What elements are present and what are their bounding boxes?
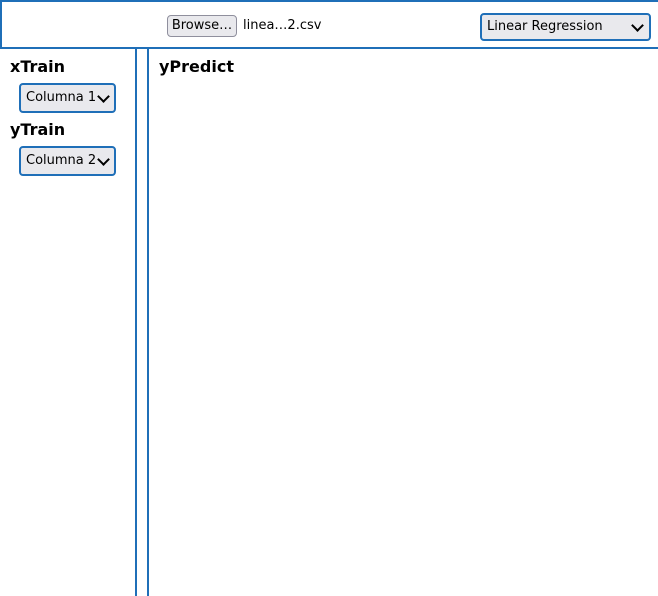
xtrain-label: xTrain (10, 57, 66, 76)
browse-button[interactable]: Browse… (167, 15, 237, 37)
xtrain-select-value: Columna 1 (26, 90, 97, 105)
sidebar-divider-left (135, 49, 137, 596)
chevron-down-icon (97, 153, 110, 166)
chevron-down-icon (631, 19, 644, 32)
top-bar: Browse… linea…2.csv Linear Regression (0, 0, 658, 49)
xtrain-select[interactable]: Columna 1 (19, 83, 116, 113)
model-select-value: Linear Regression (487, 19, 603, 34)
ytrain-label: yTrain (10, 120, 66, 139)
ytrain-select[interactable]: Columna 2 (19, 146, 116, 176)
sidebar-divider-right (147, 49, 149, 596)
selected-file-name: linea…2.csv (243, 18, 322, 33)
ytrain-select-value: Columna 2 (26, 153, 97, 168)
ypredict-title: yPredict (159, 57, 234, 76)
app-root: Browse… linea…2.csv Linear Regression xT… (0, 0, 658, 596)
model-select[interactable]: Linear Regression (480, 13, 651, 41)
chevron-down-icon (97, 90, 110, 103)
